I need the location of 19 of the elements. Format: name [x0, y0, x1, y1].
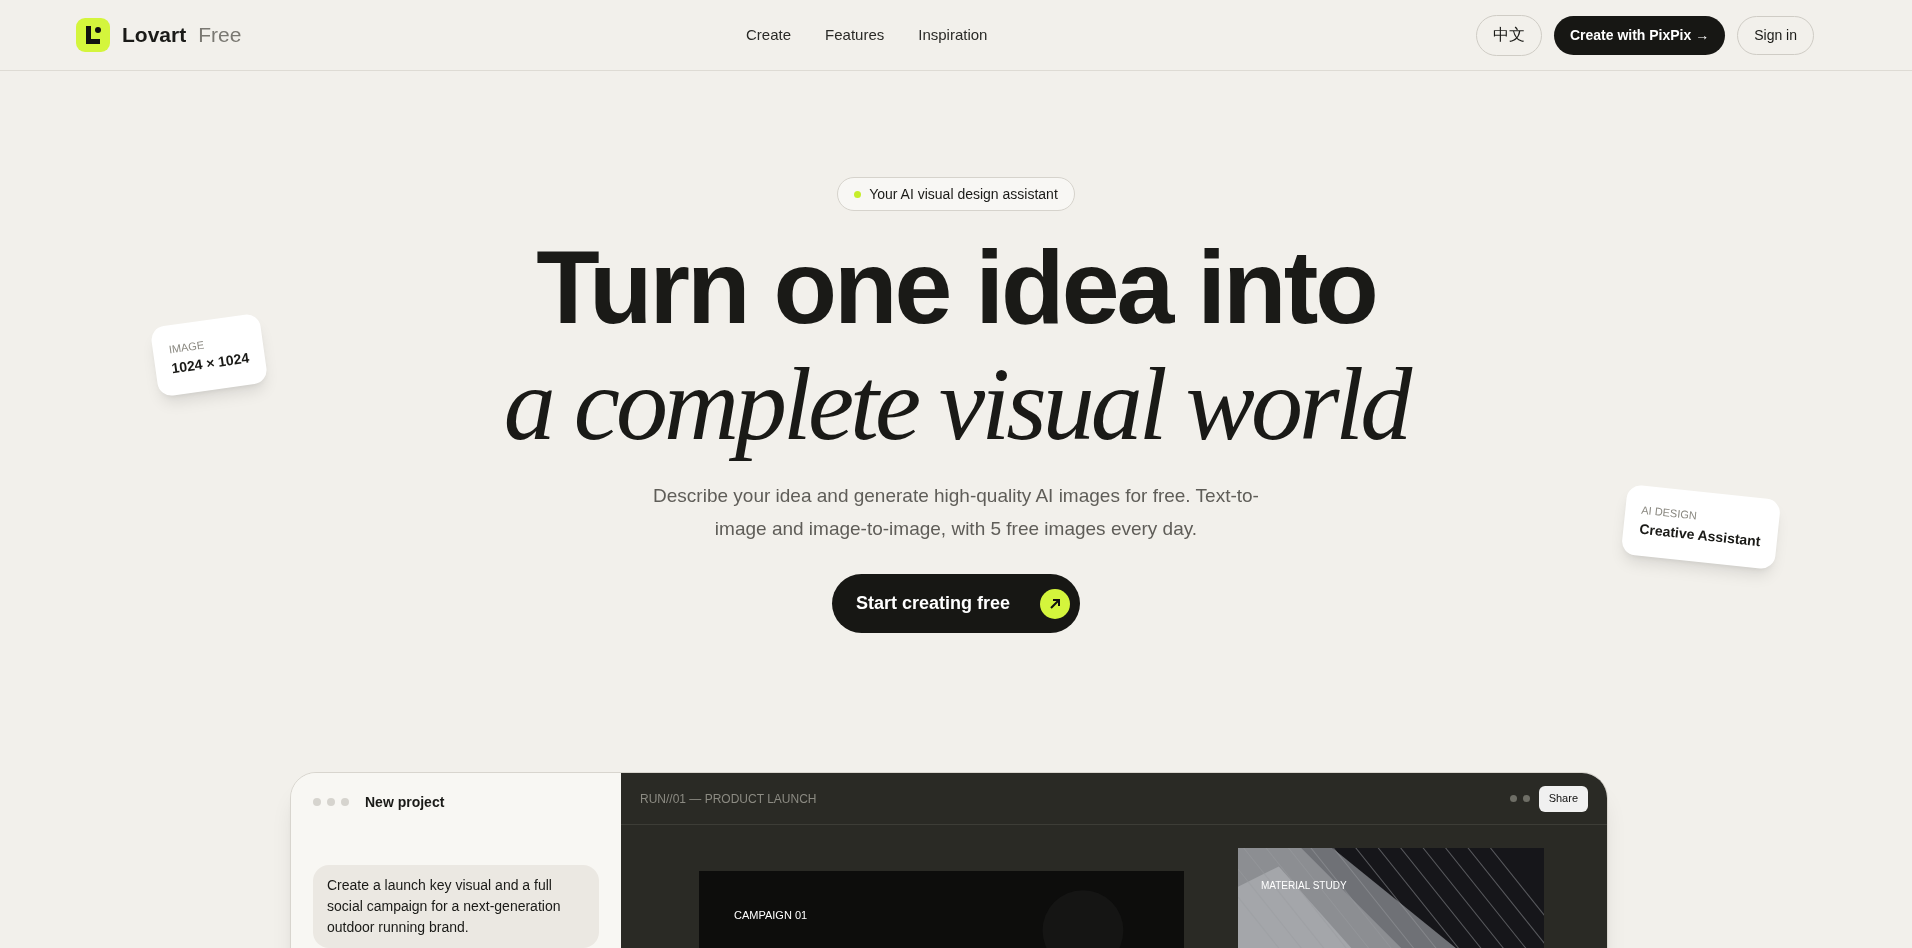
headline-italic: a complete visual world — [502, 345, 1412, 463]
image-caption: CAMPAIGN 01 — [734, 908, 808, 923]
run-title: RUN//01 — PRODUCT LAUNCH — [640, 790, 817, 808]
brand-name: Lovart — [122, 22, 187, 49]
headline: Turn one idea into — [535, 231, 1377, 343]
nav-link[interactable]: Create — [746, 23, 792, 47]
nav-link[interactable]: Features — [825, 23, 885, 47]
logo-icon — [76, 18, 110, 52]
plan-label: Free — [198, 22, 242, 49]
prompt-bubble: Create a launch key visual and a full social campaign for a next-generation outdoor running brand. — [313, 865, 599, 948]
share-button[interactable]: Share — [1538, 785, 1588, 812]
start-button[interactable]: Start creating free — [831, 574, 1081, 633]
image-caption: MATERIAL STUDY — [1261, 879, 1347, 893]
project-title: New project — [365, 792, 445, 812]
nav-link[interactable]: Inspiration — [918, 23, 988, 47]
card-label: IMAGE — [167, 337, 206, 358]
tagline-text: Your AI visual design assistant — [869, 184, 1058, 204]
description: Describe your idea and generate high-quality AI images for free. Text-to-image and image-to-image, with 5 free images every day. — [652, 484, 1260, 541]
create-button[interactable]: Create with PixPix → — [1553, 15, 1726, 55]
